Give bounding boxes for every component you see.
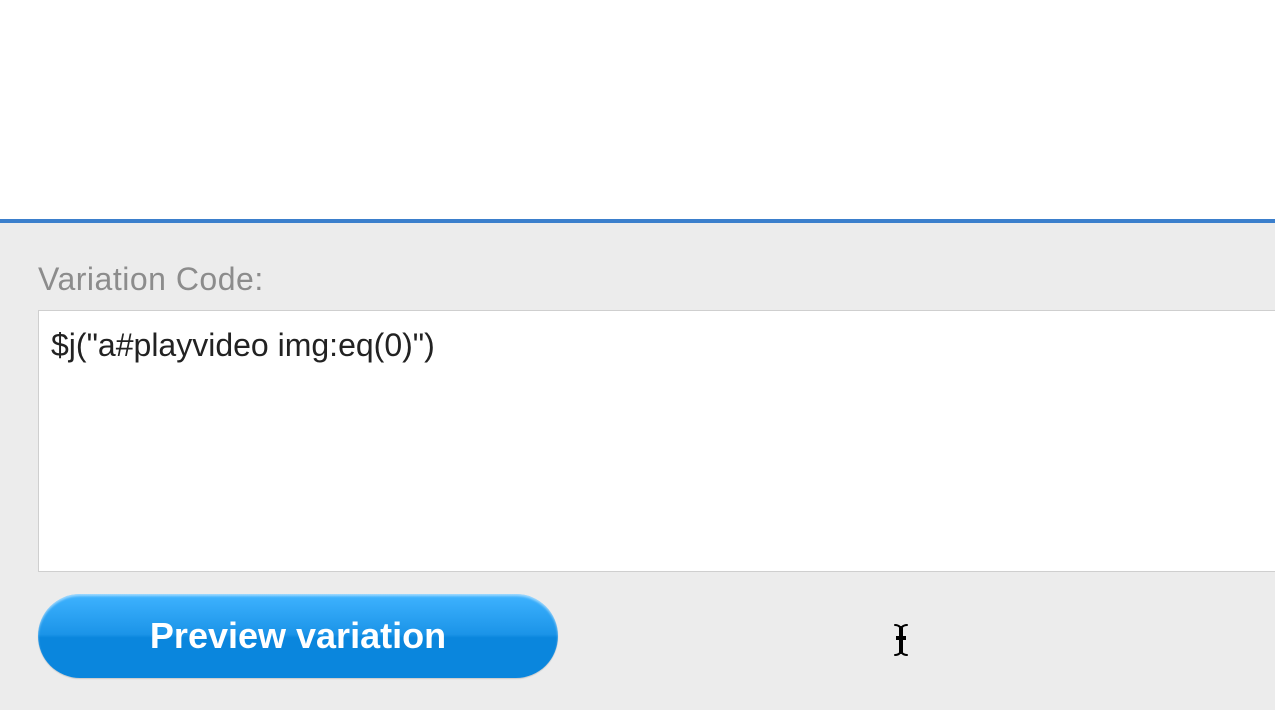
- variation-code-label: Variation Code:: [38, 261, 1275, 298]
- preview-variation-button-label: Preview variation: [150, 615, 446, 657]
- top-blank-area: [0, 0, 1275, 219]
- variation-panel: Variation Code: Preview variation: [0, 223, 1275, 710]
- text-cursor-icon: [891, 623, 911, 657]
- preview-variation-button[interactable]: Preview variation: [38, 594, 558, 678]
- variation-code-input[interactable]: [38, 310, 1275, 572]
